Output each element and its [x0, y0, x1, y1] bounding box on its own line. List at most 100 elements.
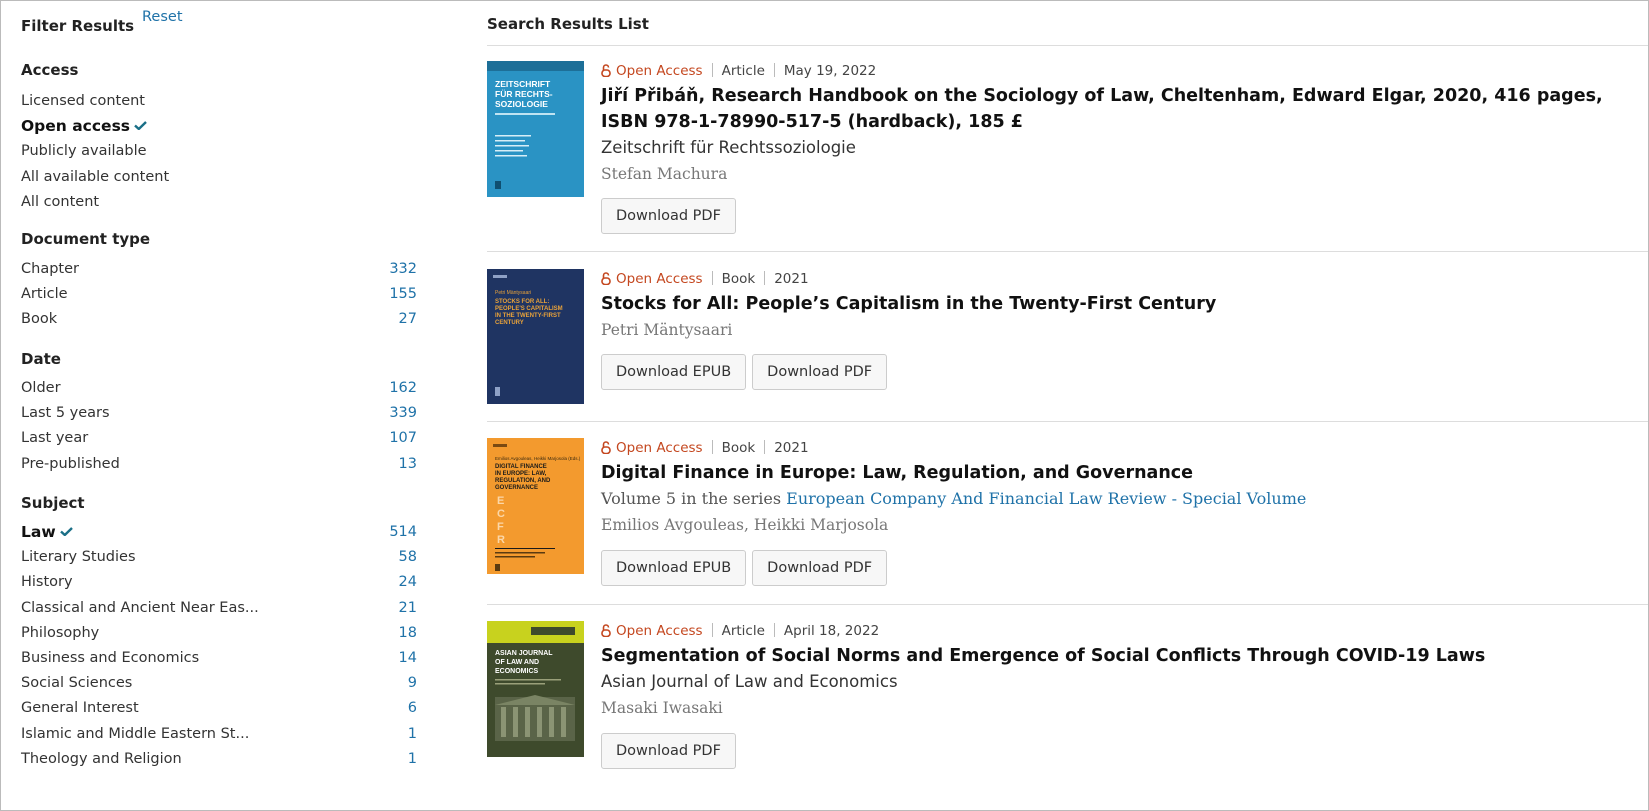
svg-text:FÜR RECHTS-: FÜR RECHTS-: [495, 89, 553, 99]
subject-label: Literary Studies: [21, 549, 136, 566]
access-group-title: Access: [21, 61, 79, 79]
open-access-label: Open Access: [616, 623, 703, 639]
download-buttons: Download EPUB Download PDF: [601, 354, 1648, 390]
subject-count: 6: [407, 700, 417, 717]
result-body: Open Access Book 2021 Stocks for All: Peop…: [601, 269, 1648, 390]
document-type-option[interactable]: Chapter 332: [21, 257, 417, 282]
cover-thumbnail[interactable]: Petri Mäntysaari STOCKS FOR ALL: PEOPLE'…: [487, 269, 584, 404]
download-buttons: Download EPUB Download PDF: [601, 550, 1648, 586]
svg-text:Petri Mäntysaari: Petri Mäntysaari: [495, 290, 531, 296]
date-label: Last year: [21, 430, 89, 447]
subject-label: Business and Economics: [21, 649, 200, 666]
date-label: Pre-published: [21, 455, 120, 472]
meta-separator: [711, 623, 713, 637]
meta-separator: [711, 271, 713, 285]
date-option[interactable]: Pre-published 13: [21, 452, 417, 477]
cover-thumbnail[interactable]: ZEITSCHRIFT FÜR RECHTS- SOZIOLOGIE: [487, 61, 584, 197]
access-option-label: Licensed content: [21, 93, 145, 109]
svg-text:SOZIOLOGIE: SOZIOLOGIE: [495, 99, 548, 109]
subject-count: 21: [398, 599, 417, 616]
journal-name: Zeitschrift für Rechtssoziologie: [601, 138, 856, 157]
meta-separator: [764, 271, 766, 285]
document-type-label: Book: [21, 311, 58, 328]
svg-text:ZEITSCHRIFT: ZEITSCHRIFT: [495, 79, 551, 89]
date-option[interactable]: Last year 107: [21, 426, 417, 451]
subject-group-title: Subject: [21, 494, 85, 512]
result-title[interactable]: Stocks for All: People’s Capitalism in t…: [601, 291, 1648, 317]
access-option-label: Open access: [21, 117, 131, 136]
date-count: 107: [389, 430, 417, 447]
download-epub-button[interactable]: Download EPUB: [601, 354, 747, 390]
subject-option[interactable]: Literary Studies 58: [21, 545, 417, 570]
date-option[interactable]: Last 5 years 339: [21, 401, 417, 426]
journal-cover-image: ZEITSCHRIFT FÜR RECHTS- SOZIOLOGIE: [487, 61, 584, 197]
access-option[interactable]: All content: [21, 190, 417, 215]
download-pdf-button[interactable]: Download PDF: [752, 550, 888, 586]
subject-option[interactable]: Philosophy 18: [21, 621, 417, 646]
date-filter-group: Date Older 162 Last 5 years 339 Last year 1…: [21, 348, 417, 477]
cover-thumbnail[interactable]: ASIAN JOURNAL OF LAW AND ECONOMICS: [487, 621, 584, 757]
check-icon: [134, 121, 147, 131]
access-option[interactable]: Licensed content: [21, 89, 417, 114]
meta-separator: [773, 63, 775, 77]
content-type: Article: [721, 63, 765, 79]
access-filter-group: Access Licensed content Open access Publ…: [21, 59, 417, 215]
subject-option[interactable]: Theology and Religion 1: [21, 747, 417, 772]
svg-text:Emilios Avgouleas, Heikki Marj: Emilios Avgouleas, Heikki Marjosola (Eds…: [495, 456, 581, 461]
authors: Petri Mäntysaari: [601, 321, 733, 339]
subject-label: Social Sciences: [21, 675, 133, 692]
publication-date: May 19, 2022: [783, 63, 877, 79]
svg-text:IN EUROPE: LAW,: IN EUROPE: LAW,: [495, 471, 547, 477]
result-body: Open Access Article April 18, 2022 Segment…: [601, 621, 1648, 769]
book-cover-image: Petri Mäntysaari STOCKS FOR ALL: PEOPLE'…: [487, 269, 584, 404]
series-prefix: Volume 5 in the series: [601, 489, 782, 508]
subject-option[interactable]: Social Sciences 9: [21, 671, 417, 696]
meta-separator: [764, 440, 766, 454]
access-option[interactable]: All available content: [21, 165, 417, 190]
filter-header: Filter Results Reset: [21, 7, 417, 35]
divider: [487, 421, 1648, 422]
subject-option[interactable]: History 24: [21, 570, 417, 595]
access-option[interactable]: Publicly available: [21, 139, 417, 164]
download-pdf-button[interactable]: Download PDF: [601, 733, 736, 769]
publication-date: April 18, 2022: [783, 623, 880, 639]
subject-count: 18: [398, 624, 417, 641]
svg-text:ECONOMICS: ECONOMICS: [495, 668, 539, 675]
open-access-label: Open Access: [616, 271, 703, 287]
subject-option[interactable]: General Interest 6: [21, 696, 417, 721]
publication-date: 2021: [774, 440, 809, 456]
page: Filter Results Reset Access Licensed con…: [0, 0, 1649, 811]
filter-title: Filter Results: [21, 17, 135, 35]
document-type-option[interactable]: Article 155: [21, 282, 417, 307]
svg-text:IN THE TWENTY-FIRST: IN THE TWENTY-FIRST: [495, 313, 561, 319]
svg-text:REGULATION, AND: REGULATION, AND: [495, 478, 551, 484]
result-body: Open Access Book 2021 Digital Finance in E…: [601, 438, 1648, 586]
subject-label: Philosophy: [21, 624, 100, 641]
access-option-label: All available content: [21, 168, 170, 185]
series-link[interactable]: European Company And Financial Law Revie…: [786, 489, 1306, 508]
reset-link[interactable]: Reset: [142, 9, 183, 25]
document-type-count: 27: [398, 311, 417, 328]
date-count: 162: [389, 380, 417, 396]
subject-option[interactable]: Islamic and Middle Eastern St... 1: [21, 722, 417, 747]
download-pdf-button[interactable]: Download PDF: [752, 354, 888, 390]
svg-text:CENTURY: CENTURY: [495, 320, 524, 326]
result-title[interactable]: Digital Finance in Europe: Law, Regulati…: [601, 460, 1648, 486]
subject-option-selected[interactable]: Law 514: [21, 520, 417, 545]
date-label: Older: [21, 380, 61, 396]
result-title[interactable]: Jiří Přibáň, Research Handbook on the So…: [601, 83, 1648, 135]
date-option[interactable]: Older 162: [21, 376, 417, 401]
subject-option[interactable]: Classical and Ancient Near Eas... 21: [21, 596, 417, 621]
results-heading: Search Results List: [487, 15, 649, 33]
result-title[interactable]: Segmentation of Social Norms and Emergen…: [601, 643, 1648, 669]
access-option-selected[interactable]: Open access: [21, 114, 417, 139]
download-epub-button[interactable]: Download EPUB: [601, 550, 747, 586]
document-type-group-title: Document type: [21, 230, 151, 248]
subject-option[interactable]: Business and Economics 14: [21, 646, 417, 671]
subject-label: History: [21, 574, 73, 591]
svg-text:GOVERNANCE: GOVERNANCE: [495, 485, 538, 491]
cover-thumbnail[interactable]: Emilios Avgouleas, Heikki Marjosola (Eds…: [487, 438, 584, 574]
date-count: 339: [389, 405, 417, 422]
download-pdf-button[interactable]: Download PDF: [601, 198, 736, 234]
document-type-option[interactable]: Book 27: [21, 307, 417, 332]
